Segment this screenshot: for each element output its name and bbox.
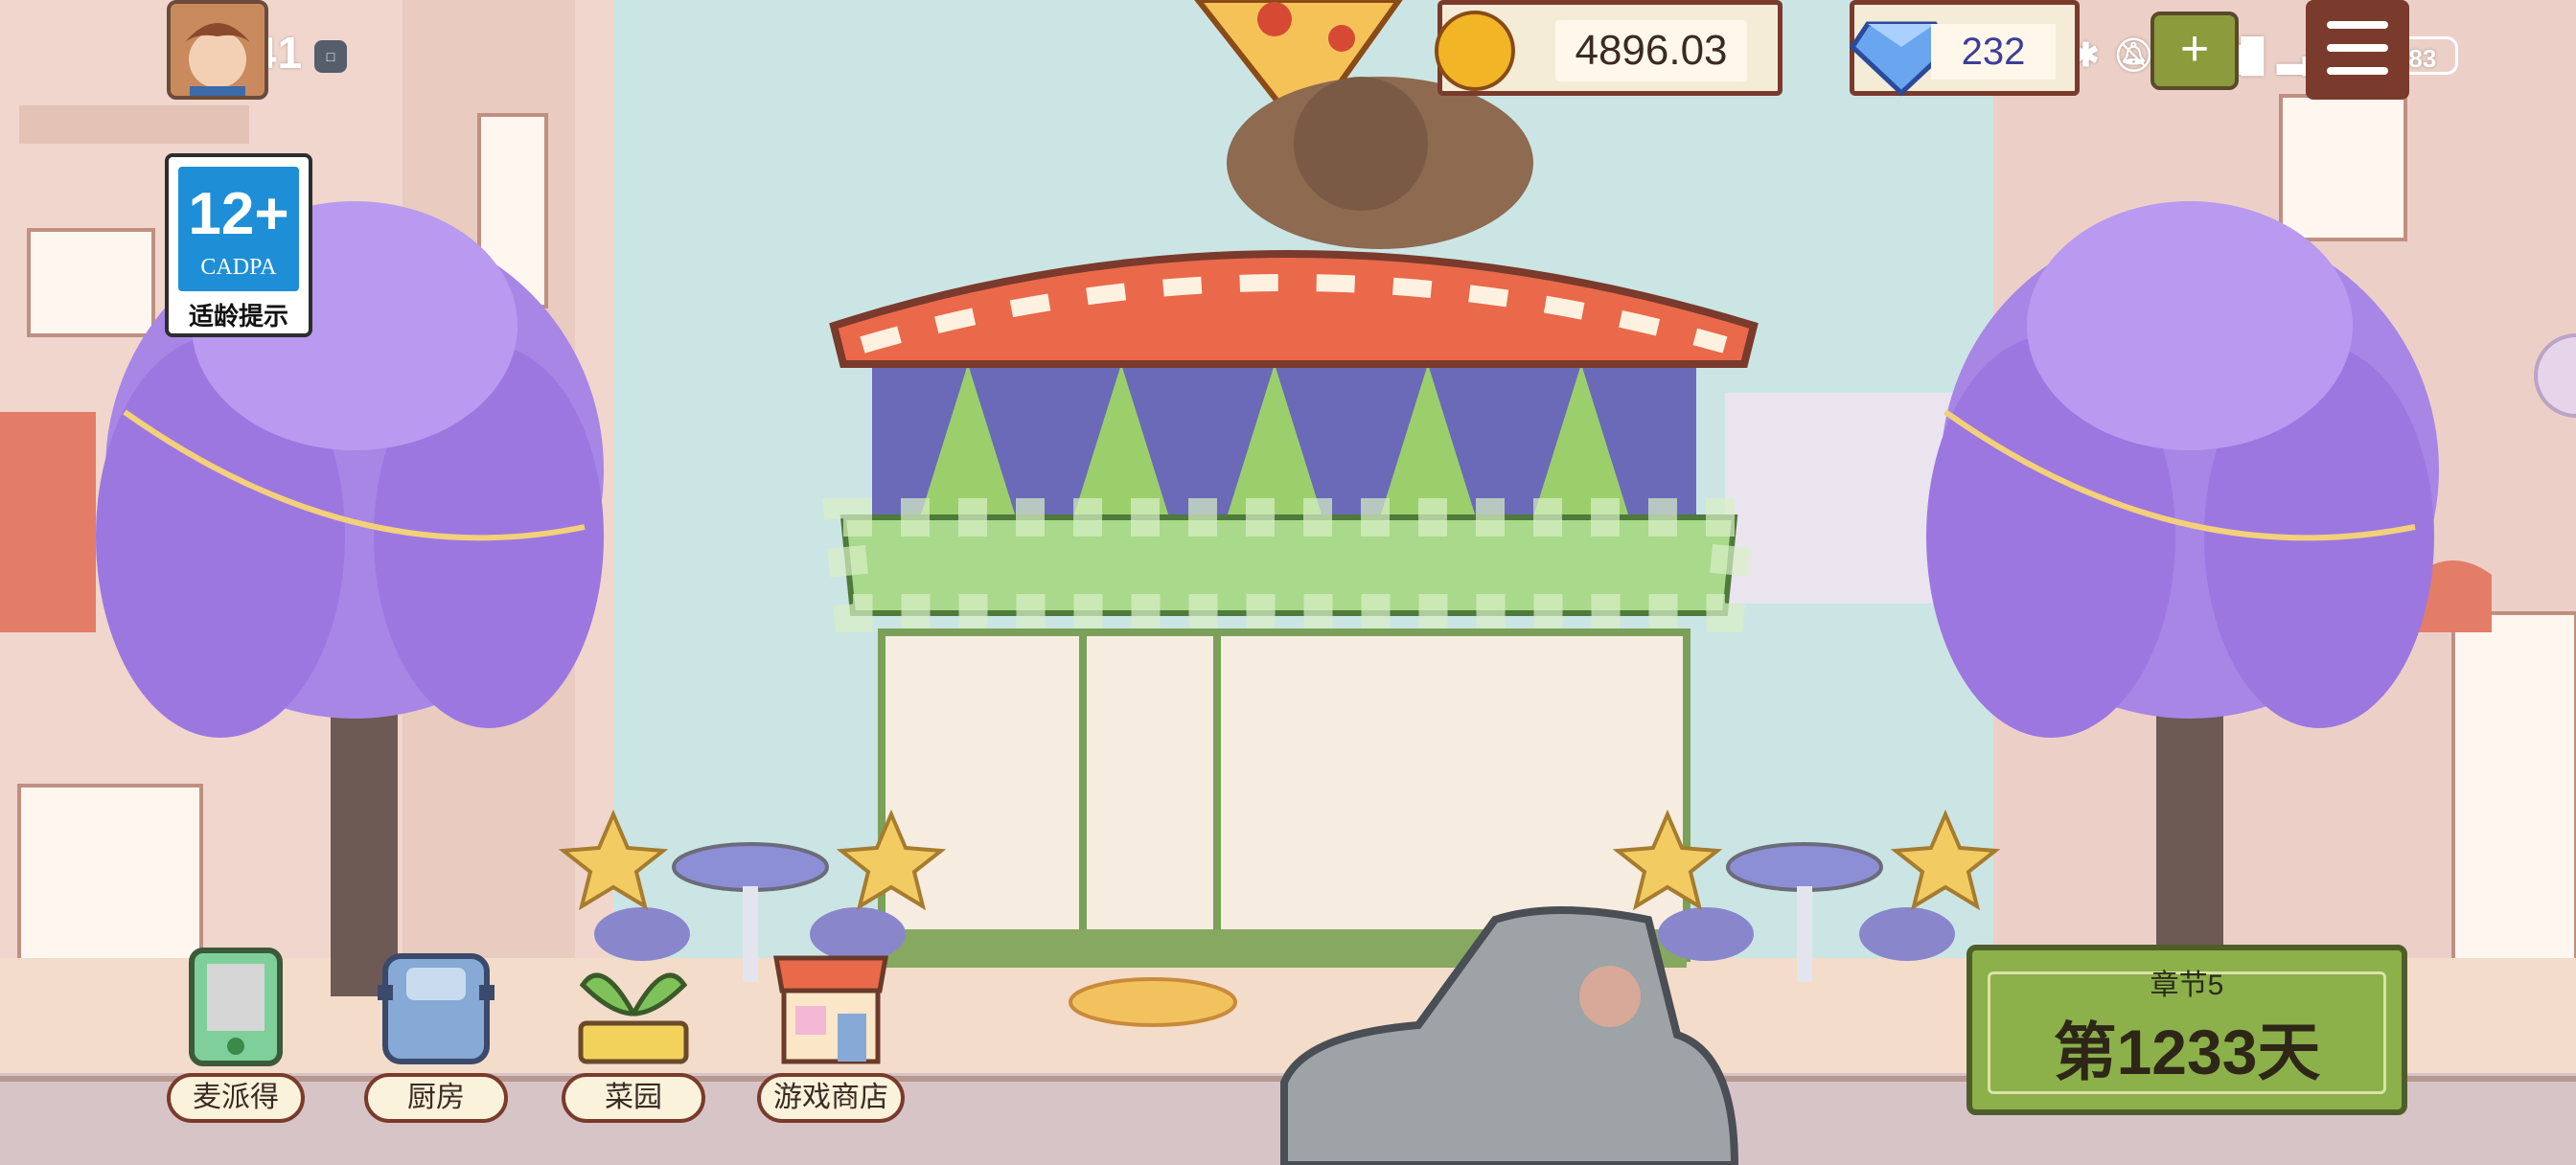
nav-label: 菜园 <box>562 1073 705 1123</box>
age-rating-number: 12+ <box>188 181 289 247</box>
nav-garden[interactable]: 菜园 <box>562 947 705 1123</box>
nav-maipaide[interactable]: 麦派得 <box>167 947 305 1123</box>
notification-app-icon: □ <box>314 40 347 73</box>
shop-icon <box>773 955 888 1064</box>
add-currency-button[interactable]: + <box>2150 11 2239 90</box>
gem-counter[interactable]: 232 <box>1849 0 2080 97</box>
avatar-face-icon <box>171 4 264 96</box>
nav-game-shop[interactable]: 游戏商店 <box>757 947 905 1123</box>
stove-icon <box>378 953 494 1064</box>
gem-amount: 232 <box>1931 24 2056 80</box>
chapter-day-panel[interactable]: 章节5 第1233天 <box>1966 945 2407 1115</box>
coin-amount: 4896.03 <box>1555 20 1747 81</box>
coin-counter[interactable]: 4896.03 <box>1435 0 1782 96</box>
nav-label: 麦派得 <box>167 1073 305 1123</box>
mute-icon: 🔕︎ <box>2112 37 2154 74</box>
age-rating-org: CADPA <box>200 255 277 280</box>
menu-button[interactable] <box>2306 0 2409 100</box>
age-rating-panel: 12+ CADPA <box>178 167 299 291</box>
player-avatar[interactable] <box>167 0 268 100</box>
age-rating-tip: 适龄提示 <box>188 302 288 331</box>
chapter-label: 章节5 <box>2150 970 2224 1001</box>
day-counter: 第1233天 <box>2053 1017 2321 1087</box>
sprout-icon <box>578 972 689 1064</box>
chapter-frame: 章节5 第1233天 <box>1988 970 2386 1094</box>
menu-line-icon <box>2327 44 2388 52</box>
age-rating-badge[interactable]: 12+ CADPA 适龄提示 <box>165 153 312 337</box>
coin-icon <box>1435 11 1515 91</box>
nav-kitchen[interactable]: 厨房 <box>364 947 508 1123</box>
menu-line-icon <box>2327 21 2388 29</box>
tablet-icon <box>189 948 283 1066</box>
nav-label: 厨房 <box>364 1073 508 1123</box>
nav-label: 游戏商店 <box>757 1073 905 1123</box>
menu-line-icon <box>2327 67 2388 75</box>
